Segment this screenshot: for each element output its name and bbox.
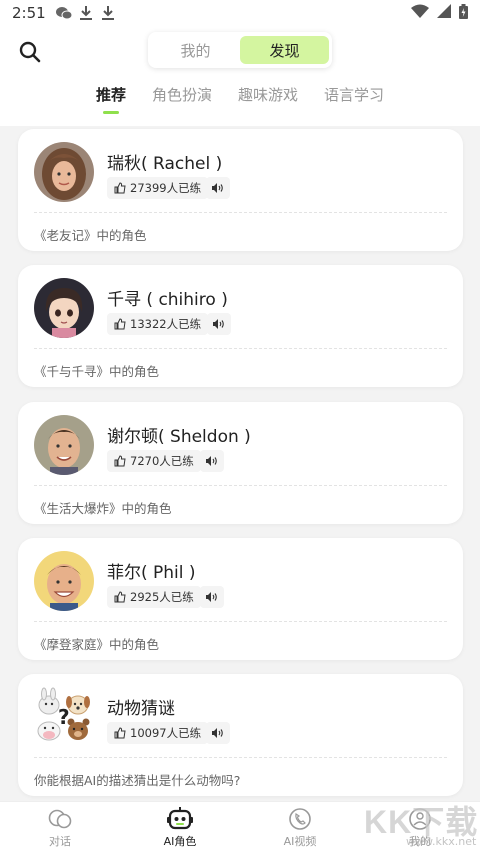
- speaker-icon: [206, 592, 217, 602]
- card-divider: [34, 212, 447, 213]
- role-card-phil[interactable]: 菲尔( Phil ) 2925人已练 《摩登家庭》中的角色: [18, 538, 463, 660]
- practice-count-label: 10097人已练: [130, 726, 202, 740]
- card-divider: [34, 757, 447, 758]
- nav-label: 我的: [409, 834, 431, 848]
- role-name: 动物猜谜: [107, 699, 175, 719]
- nav-ai-video[interactable]: AI视频: [240, 802, 360, 853]
- profile-icon: [407, 807, 433, 831]
- practice-count-label: 13322人已练: [130, 317, 202, 331]
- segment-discover[interactable]: 发现: [240, 36, 329, 64]
- speaker-icon: [212, 183, 223, 193]
- card-divider: [34, 621, 447, 622]
- thumbs-up-icon: [114, 455, 126, 467]
- signal-icon: [437, 4, 451, 22]
- practice-count-label: 7270人已练: [130, 454, 194, 468]
- role-name: 菲尔( Phil ): [107, 563, 196, 583]
- role-card-chihiro[interactable]: 千寻 ( chihiro ) 13322人已练 《千与千寻》中的角色: [18, 265, 463, 387]
- role-name: 谢尔顿( Sheldon ): [107, 427, 251, 447]
- tab-fun-games[interactable]: 趣味游戏: [238, 82, 298, 112]
- voice-preview-button[interactable]: [207, 313, 231, 335]
- nav-label: AI角色: [163, 834, 197, 848]
- role-card-rachel[interactable]: 瑞秋( Rachel ) 27399人已练 《老友记》中的角色: [18, 129, 463, 251]
- practice-count-label: 27399人已练: [130, 181, 202, 195]
- practice-count: 10097人已练: [107, 722, 209, 744]
- card-divider: [34, 348, 447, 349]
- practice-count: 13322人已练: [107, 313, 209, 335]
- speaker-icon: [213, 319, 224, 329]
- voice-preview-button[interactable]: [206, 177, 230, 199]
- robot-icon: [167, 806, 193, 831]
- segment-switch: 我的 发现: [148, 32, 332, 68]
- role-name: 千寻 ( chihiro ): [107, 290, 228, 310]
- role-description: 《老友记》中的角色: [34, 228, 147, 243]
- download-icon: [100, 5, 116, 21]
- search-icon: [19, 41, 41, 63]
- role-list: 瑞秋( Rachel ) 27399人已练 《老友记》中的角色 千寻 ( chi…: [0, 126, 480, 801]
- chihiro-avatar: [34, 278, 94, 338]
- category-tabs: 推荐 角色扮演 趣味游戏 语言学习: [0, 82, 480, 122]
- segment-mine[interactable]: 我的: [151, 36, 240, 64]
- search-button[interactable]: [16, 38, 44, 66]
- nav-ai-role[interactable]: AI角色: [120, 802, 240, 853]
- battery-icon: [459, 3, 468, 23]
- tab-roleplay[interactable]: 角色扮演: [152, 82, 212, 112]
- speaker-icon: [212, 728, 223, 738]
- bear-icon: [67, 718, 90, 740]
- nav-mine[interactable]: 我的: [360, 802, 480, 853]
- nav-label: AI视频: [283, 834, 317, 848]
- download-icon: [78, 5, 94, 21]
- tab-language-learning[interactable]: 语言学习: [324, 82, 384, 112]
- role-description: 你能根据AI的描述猜出是什么动物吗?: [34, 773, 241, 788]
- speaker-icon: [206, 456, 217, 466]
- nav-chat[interactable]: 对话: [0, 802, 120, 853]
- card-divider: [34, 485, 447, 486]
- role-name: 瑞秋( Rachel ): [107, 154, 223, 174]
- sheldon-avatar: [34, 415, 94, 475]
- wifi-icon: [411, 4, 429, 22]
- practice-count-label: 2925人已练: [130, 590, 194, 604]
- wechat-icon: [55, 5, 72, 21]
- tab-recommended[interactable]: 推荐: [96, 82, 126, 112]
- role-card-animal-riddle[interactable]: ? 动物猜谜 10097人已练 你能根据AI的描述猜出是什么动物吗?: [18, 674, 463, 796]
- phil-avatar: [34, 551, 94, 611]
- thumbs-up-icon: [114, 591, 126, 603]
- thumbs-up-icon: [114, 182, 126, 194]
- role-card-sheldon[interactable]: 谢尔顿( Sheldon ) 7270人已练 《生活大爆炸》中的角色: [18, 402, 463, 524]
- status-time: 2:51: [12, 4, 46, 22]
- thumbs-up-icon: [114, 727, 126, 739]
- rabbit-icon: [38, 687, 60, 715]
- cow-icon: [37, 721, 61, 741]
- voice-preview-button[interactable]: [200, 450, 224, 472]
- video-call-icon: [287, 807, 313, 831]
- animal-emoji-avatar: ?: [34, 687, 94, 747]
- chat-icon: [47, 807, 73, 831]
- rachel-avatar: [34, 142, 94, 202]
- role-description: 《生活大爆炸》中的角色: [34, 501, 172, 516]
- practice-count: 27399人已练: [107, 177, 209, 199]
- thumbs-up-icon: [114, 318, 126, 330]
- bottom-nav: 对话 AI角色 AI视频 我的: [0, 801, 480, 853]
- practice-count: 7270人已练: [107, 450, 201, 472]
- practice-count: 2925人已练: [107, 586, 201, 608]
- voice-preview-button[interactable]: [206, 722, 230, 744]
- status-bar: 2:51: [0, 0, 480, 26]
- role-description: 《千与千寻》中的角色: [34, 364, 160, 379]
- voice-preview-button[interactable]: [200, 586, 224, 608]
- header: 我的 发现 推荐 角色扮演 趣味游戏 语言学习: [0, 26, 480, 126]
- role-description: 《摩登家庭》中的角色: [34, 637, 160, 652]
- question-mark-icon: ?: [58, 705, 70, 729]
- nav-label: 对话: [49, 834, 71, 848]
